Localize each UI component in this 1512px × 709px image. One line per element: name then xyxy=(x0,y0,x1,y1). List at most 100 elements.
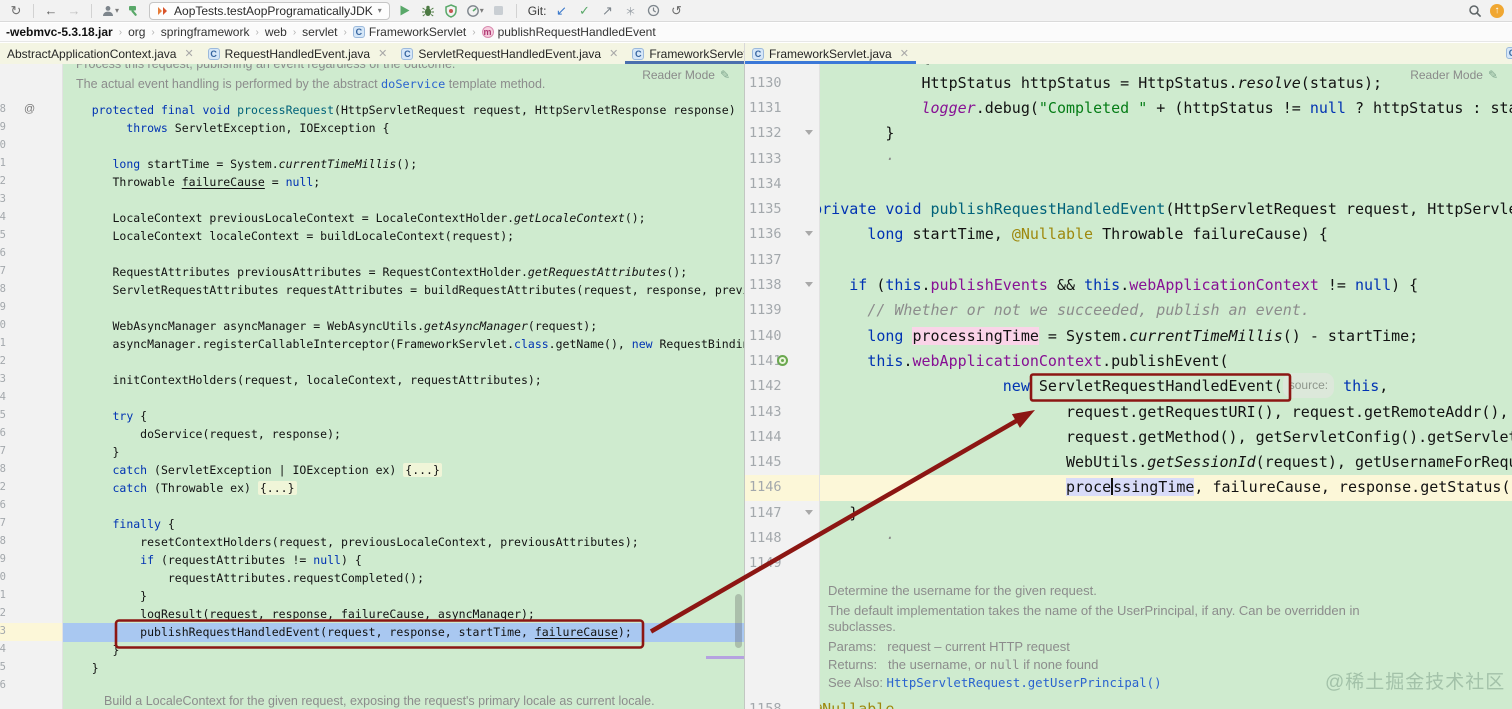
line-number: 1032 xyxy=(0,607,6,619)
line-number: 1144 xyxy=(749,428,782,445)
editor-tab[interactable]: C RequestHandledEvent.java ✕ xyxy=(201,43,395,64)
breadcrumb-item[interactable]: web xyxy=(265,25,287,39)
code-line: Throwable failureCause = null; xyxy=(112,175,321,189)
line-number: 1017 xyxy=(0,445,6,457)
rendered-javadoc-line: subclasses. xyxy=(828,619,896,634)
line-number: 1132 xyxy=(749,125,782,142)
search-icon[interactable] xyxy=(1467,2,1483,20)
breadcrumb-item[interactable]: springframework xyxy=(161,25,250,39)
line-number: 1006 xyxy=(0,247,6,259)
clipped-tab-class-icon: C xyxy=(1506,47,1512,59)
code-line: private void publishRequestHandledEvent(… xyxy=(813,200,1512,219)
code-line: logResult(request, response, failureCaus… xyxy=(140,607,535,621)
rendered-javadoc-line: Returns: the username, or null if none f… xyxy=(828,657,1099,672)
line-number: 1134 xyxy=(749,175,782,192)
vertical-scrollbar-thumb[interactable] xyxy=(735,594,742,648)
editor-tab[interactable]: C ServletRequestHandledEvent.java ✕ xyxy=(394,43,625,64)
close-icon[interactable]: ✕ xyxy=(609,47,618,60)
fold-marker-icon[interactable] xyxy=(805,231,813,237)
breadcrumb-separator: › xyxy=(255,26,259,38)
line-number: 1149 xyxy=(749,555,782,572)
line-number: 1026 xyxy=(0,499,6,511)
editor-tab[interactable]: AbstractApplicationContext.java ✕ xyxy=(0,43,201,64)
code-line: WebUtils.getSessionId(request), getUsern… xyxy=(1065,453,1512,472)
line-number: 1146 xyxy=(749,479,782,496)
line-number: 1158 xyxy=(749,701,782,709)
run-button[interactable] xyxy=(397,2,413,20)
editor-tab[interactable]: CFrameworkServlet.java✕ xyxy=(745,43,916,64)
class-icon: C xyxy=(632,47,645,60)
line-number: 1136 xyxy=(749,226,782,243)
git-commit-icon[interactable]: ✓ xyxy=(576,2,592,20)
tab-bar-left: AbstractApplicationContext.java ✕ C Request… xyxy=(0,43,745,64)
run-config-label: AopTests.testAopProgramaticallyJDK xyxy=(174,3,373,18)
breadcrumb-item[interactable]: C FrameworkServlet xyxy=(352,25,466,39)
breadcrumb-separator: › xyxy=(151,26,155,38)
code-line: throws ServletException, IOException { xyxy=(126,121,390,135)
class-icon: C xyxy=(401,47,414,60)
editor-tab[interactable]: CFrameworkServlet.java✕ xyxy=(625,43,744,64)
debug-bug-icon[interactable] xyxy=(420,2,436,20)
reader-mode-toggle[interactable]: Reader Mode ✎ xyxy=(642,68,730,82)
git-update-icon[interactable]: ↙ xyxy=(553,2,569,20)
rendered-javadoc-line: The actual event handling is performed b… xyxy=(76,77,546,91)
history-clock-icon[interactable] xyxy=(645,2,661,20)
build-hammer-icon[interactable] xyxy=(126,2,142,20)
line-number: 1008 xyxy=(0,283,6,295)
breadcrumb-item[interactable]: org xyxy=(128,25,145,39)
method-icon: m xyxy=(481,26,494,38)
line-number: 1009 xyxy=(0,301,6,313)
breadcrumb-item[interactable]: servlet xyxy=(302,25,337,39)
tab-label: FrameworkServlet.java xyxy=(769,46,892,61)
fold-marker-icon[interactable] xyxy=(805,130,813,136)
close-icon[interactable]: ✕ xyxy=(378,47,387,60)
editor-left[interactable]: 998 @999 1000 1001 1002 1003 1004 1005 1006 1007 1… xyxy=(0,64,745,709)
code-line: request.getMethod(), getServletConfig().… xyxy=(1065,427,1512,446)
gutter-right: 1130 1131 1132 1133 1134 1135 1136 1137 1138 1139… xyxy=(745,64,820,709)
stop-icon[interactable] xyxy=(491,2,507,20)
line-number: 1138 xyxy=(749,277,782,293)
git-push-icon[interactable]: ↗ xyxy=(599,2,615,20)
rollback-icon[interactable]: ↺ xyxy=(668,2,684,20)
close-icon[interactable]: ✕ xyxy=(900,47,909,60)
back-icon[interactable]: ← xyxy=(43,2,59,20)
line-number: 1034 xyxy=(0,643,6,655)
forward-icon[interactable]: → xyxy=(66,2,82,20)
sync-icon[interactable]: ↻ xyxy=(8,2,24,20)
line-number: 1011 xyxy=(0,337,6,349)
fold-marker-icon[interactable] xyxy=(805,509,813,515)
coverage-icon[interactable] xyxy=(443,2,459,20)
breadcrumb-item[interactable]: -webmvc-5.3.18.jar xyxy=(6,25,113,39)
line-number: 1028 xyxy=(0,535,6,547)
line-number: 1005 xyxy=(0,229,6,241)
line-number: 1140 xyxy=(749,327,782,344)
close-icon[interactable]: ✕ xyxy=(184,47,193,60)
code-line: } xyxy=(112,643,120,657)
gutter-current-line xyxy=(0,623,62,641)
spring-publish-event-icon[interactable] xyxy=(777,354,788,366)
rendered-javadoc-line: Params: request – current HTTP request xyxy=(828,639,1070,654)
line-number: 1027 xyxy=(0,517,6,529)
code-line: } xyxy=(112,445,120,459)
line-number: 999 xyxy=(0,121,6,133)
run-configuration-select[interactable]: AopTests.testAopProgramaticallyJDK ▾ xyxy=(149,1,390,20)
code-line: long startTime = System.currentTimeMilli… xyxy=(112,157,418,171)
update-notification-icon[interactable]: ↑ xyxy=(1490,3,1504,18)
breadcrumb-separator: › xyxy=(472,26,476,38)
line-number: 1130 xyxy=(749,74,782,91)
profiler-icon[interactable]: ▾ xyxy=(466,2,484,20)
git-patch-icon[interactable]: ＊ xyxy=(622,2,638,20)
fold-marker-icon[interactable] xyxy=(805,282,813,287)
gutter-left: 998 @999 1000 1001 1002 1003 1004 1005 1006 1007 1… xyxy=(0,64,63,709)
line-number: 1033 xyxy=(0,625,6,637)
code-line: try { xyxy=(112,409,148,423)
reader-mode-toggle[interactable]: Reader Mode ✎ xyxy=(1410,68,1498,82)
editor-right[interactable]: 1130 1131 1132 1133 1134 1135 1136 1137 1138 1139… xyxy=(745,64,1512,709)
profile-user-icon[interactable]: ▾ xyxy=(101,2,119,20)
run-config-icon xyxy=(158,6,168,15)
breadcrumb-item[interactable]: m publishRequestHandledEvent xyxy=(481,25,656,39)
code-line: // Whether or not we succeeded, publish … xyxy=(867,301,1310,320)
toolbar-separator xyxy=(91,3,92,18)
annotation-gutter-icon[interactable]: @ xyxy=(24,103,35,115)
line-number: 1004 xyxy=(0,211,6,223)
